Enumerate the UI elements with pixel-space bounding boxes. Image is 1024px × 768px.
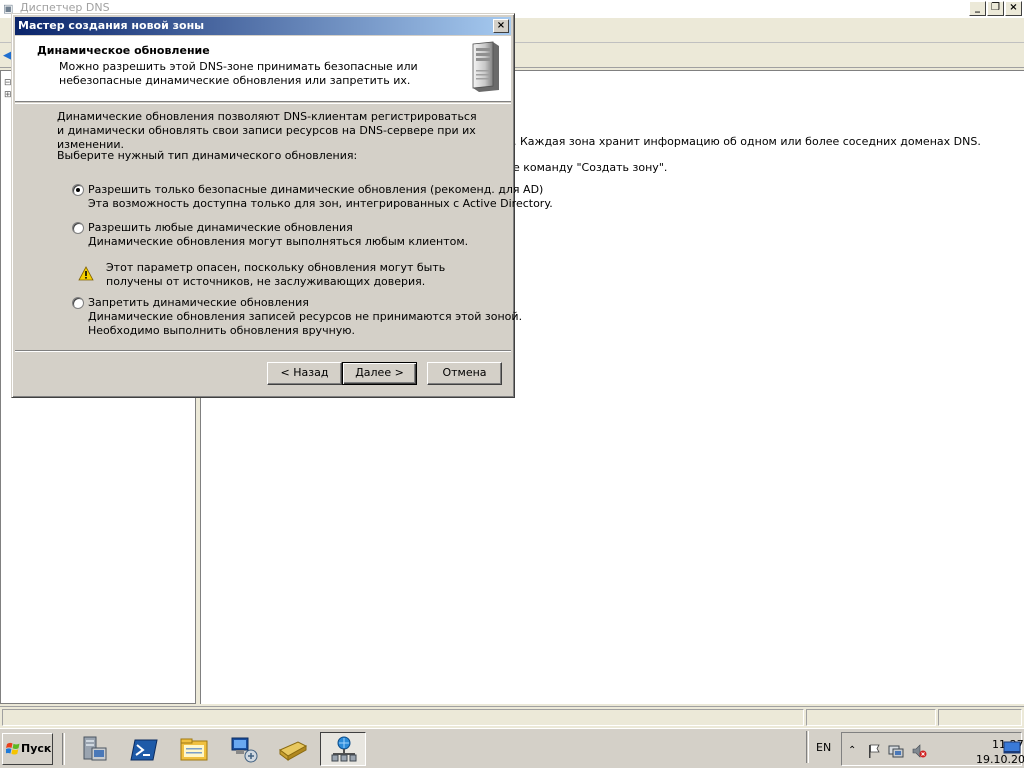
start-label: Пуск [21, 742, 52, 755]
network-icon[interactable] [221, 732, 267, 766]
next-button[interactable]: Далее > [342, 362, 417, 385]
back-button[interactable]: < Назад [267, 362, 342, 385]
radio-secure-only[interactable] [72, 184, 84, 196]
wizard-page-description: Можно разрешить этой DNS-зоне принимать … [59, 60, 418, 87]
restore-button[interactable]: ❐ [987, 1, 1004, 16]
volume-muted-icon[interactable] [911, 743, 927, 759]
warning-text: Этот параметр опасен, поскольку обновлен… [106, 261, 446, 288]
folder-tool-icon[interactable] [270, 732, 316, 766]
server-icon [472, 41, 499, 92]
wizard-header: Динамическое обновление Можно разрешить … [15, 36, 511, 102]
wizard-close-button[interactable]: × [493, 19, 509, 33]
tray-separator [806, 731, 809, 763]
wizard-titlebar[interactable]: Мастер создания новой зоны × [15, 17, 511, 35]
network-status-icon[interactable] [888, 743, 904, 759]
show-desktop-icon[interactable] [1003, 739, 1021, 757]
dns-manager-taskbar-icon[interactable] [320, 732, 366, 766]
details-text-zones: . Каждая зона хранит информацию об одном… [513, 135, 981, 148]
minimize-button[interactable]: _ [969, 1, 986, 16]
windows-logo-icon [6, 742, 20, 755]
wizard-body: Динамические обновления позволяют DNS-кл… [15, 104, 553, 348]
intro-text: Динамические обновления позволяют DNS-кл… [57, 110, 477, 151]
flag-icon[interactable] [866, 743, 882, 759]
cancel-button[interactable]: Отмена [427, 362, 502, 385]
wizard-page-title: Динамическое обновление [37, 44, 210, 57]
option-any-updates-description: Динамические обновления могут выполнятьс… [88, 235, 469, 248]
status-bar [0, 706, 1024, 728]
status-cell [806, 709, 936, 726]
language-indicator[interactable]: EN [816, 741, 831, 754]
option-deny-updates-description-2: Необходимо выполнить обновления вручную. [88, 324, 356, 337]
radio-any-updates[interactable] [72, 222, 84, 234]
new-zone-wizard-dialog: Мастер создания новой зоны × Динамическо… [11, 13, 553, 398]
show-hidden-icons-icon[interactable]: ⌃ [848, 743, 864, 759]
powershell-icon[interactable] [121, 732, 167, 766]
choose-type-label: Выберите нужный тип динамического обновл… [57, 149, 358, 162]
warning-icon [78, 266, 94, 281]
window-close-button[interactable]: × [1005, 1, 1022, 16]
start-button[interactable]: Пуск [2, 733, 53, 765]
system-tray: EN ⌃ 11:27 19.10.2014 [806, 731, 1024, 767]
notification-area: ⌃ 11:27 19.10.2014 [841, 732, 1024, 766]
explorer-icon[interactable] [171, 732, 217, 766]
server-manager-icon[interactable] [70, 732, 116, 766]
option-any-updates-label[interactable]: Разрешить любые динамические обновления [88, 221, 353, 234]
status-cell [938, 709, 1022, 726]
taskbar: Пуск EN ⌃ 11:27 19.10.2014 [0, 728, 1024, 768]
button-separator [15, 350, 511, 352]
wizard-title: Мастер создания новой зоны [18, 19, 205, 32]
radio-deny-updates[interactable] [72, 297, 84, 309]
option-deny-updates-description-1: Динамические обновления записей ресурсов… [88, 310, 523, 323]
status-cell [2, 709, 804, 726]
option-secure-only-label[interactable]: Разрешить только безопасные динамические… [88, 183, 543, 196]
option-secure-only-description: Эта возможность доступна только для зон,… [88, 197, 553, 210]
option-deny-updates-label[interactable]: Запретить динамические обновления [88, 296, 309, 309]
details-text-create-zone: е команду "Создать зону". [513, 161, 668, 174]
taskbar-separator [62, 733, 65, 765]
